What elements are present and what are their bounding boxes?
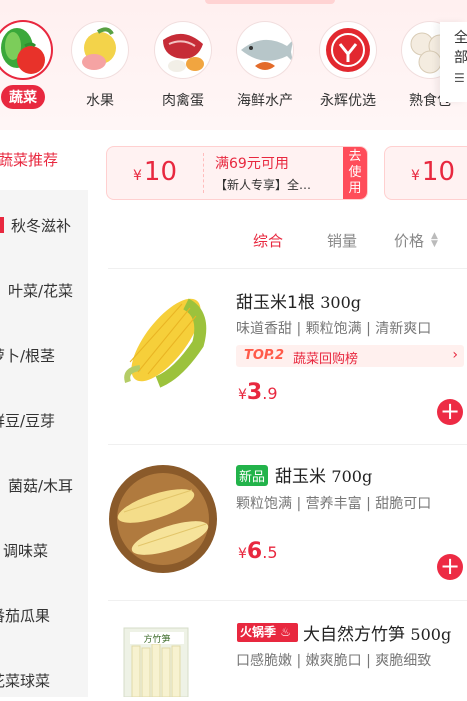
product-title[interactable]: 甜玉米 700g xyxy=(275,462,372,487)
all-label-1: 全 xyxy=(454,30,467,46)
package-label: 方竹笋 xyxy=(143,633,170,645)
new-tag: 新品 xyxy=(236,465,269,486)
product-title[interactable]: 甜玉米1根 300g xyxy=(236,288,361,313)
sidebar-item-cauliflower[interactable]: 花菜球菜 xyxy=(0,670,78,691)
vegetable-icon xyxy=(0,22,51,78)
rank-badge: TOP.2 xyxy=(244,348,285,363)
sidebar-item-tonic[interactable]: 秋冬滋补 xyxy=(11,215,99,236)
sidebar-item-mushroom[interactable]: 菌菇/木耳 xyxy=(8,475,96,496)
flame-icon: ♨ xyxy=(280,625,291,639)
sort-comprehensive[interactable]: 综合 xyxy=(253,230,283,251)
sort-sales[interactable]: 销量 xyxy=(327,230,357,251)
sidebar-item-seasoning[interactable]: 调味菜 xyxy=(3,540,91,561)
bamboo-shoot-pack-icon[interactable]: 方竹笋 xyxy=(108,620,218,698)
divider xyxy=(108,600,467,601)
hotpot-tag-label: 火锅季 xyxy=(240,625,277,639)
all-label-2: 部 xyxy=(454,50,467,66)
coupon-condition: 满69元可用 xyxy=(215,156,289,172)
coupon-use-button[interactable]: 去使用 xyxy=(343,147,367,199)
coupon-description: 【新人专享】全… xyxy=(215,178,312,192)
product-weight: 700g xyxy=(331,467,373,486)
coupon-card-2[interactable]: ¥10 xyxy=(384,146,467,200)
product-description: 颗粒饱满 | 营养丰富 | 甜脆可口 xyxy=(236,496,432,512)
divider xyxy=(108,444,467,445)
rank-text: 蔬菜回购榜 xyxy=(293,352,359,367)
coupon-card[interactable]: ¥10 满69元可用 【新人专享】全… 去使用 xyxy=(106,146,368,200)
meat-egg-icon xyxy=(155,22,211,78)
category-vegetable[interactable]: 蔬菜 xyxy=(0,22,63,109)
hotpot-season-tag: 火锅季 ♨ xyxy=(237,623,298,642)
yonghui-logo-icon xyxy=(320,22,376,78)
category-yonghui-select[interactable]: 永辉优选 xyxy=(308,22,388,110)
category-fruit[interactable]: 水果 xyxy=(60,22,140,110)
coupon-divider xyxy=(203,153,204,193)
all-categories-button[interactable]: 全 部 ☰ xyxy=(440,22,467,102)
add-to-cart-button[interactable]: + xyxy=(437,554,463,580)
category-label: 水果 xyxy=(86,93,114,109)
category-label: 蔬菜 xyxy=(1,85,45,109)
sort-price[interactable]: 价格 xyxy=(394,230,424,251)
category-meat-egg[interactable]: 肉禽蛋 xyxy=(143,22,223,110)
plus-icon: + xyxy=(439,397,461,425)
category-bar: 蔬菜 水果 肉禽蛋 海鲜水产 永辉优选 熟食包 全 部 ☰ xyxy=(0,0,467,130)
category-label: 永辉优选 xyxy=(320,93,376,109)
category-label: 海鲜水产 xyxy=(237,93,293,109)
product-name: 甜玉米1根 xyxy=(236,293,315,313)
sidebar-item-tomato[interactable]: 番茄瓜果 xyxy=(0,605,78,626)
sidebar-item-recommend[interactable]: 蔬菜推荐 xyxy=(0,149,86,170)
sidebar-item-leafy[interactable]: 叶菜/花菜 xyxy=(8,280,96,301)
product-description: 口感脆嫩 | 嫩爽脆口 | 爽脆细致 xyxy=(236,653,432,669)
product-weight: 300g xyxy=(320,293,362,312)
product-price: ¥3.9 xyxy=(238,380,278,405)
product-name: 甜玉米 xyxy=(275,467,326,487)
seafood-icon xyxy=(237,22,293,78)
fruit-icon xyxy=(72,22,128,78)
corn-icon[interactable] xyxy=(108,290,218,400)
coupon-amount: ¥10 xyxy=(133,157,178,187)
sidebar-item-beans[interactable]: 鲜豆/豆芽 xyxy=(0,410,78,431)
product-price: ¥6.5 xyxy=(238,539,278,564)
product-title[interactable]: 大自然方竹笋 500g xyxy=(303,620,451,645)
plus-icon: + xyxy=(439,552,461,580)
sidebar-item-root[interactable]: 萝卜/根茎 xyxy=(0,345,78,366)
category-label: 肉禽蛋 xyxy=(162,93,204,109)
product-name: 大自然方竹笋 xyxy=(303,625,405,645)
list-icon: ☰ xyxy=(454,71,465,85)
top-indicator xyxy=(205,0,335,4)
product-description: 味道香甜 | 颗粒饱满 | 清新爽口 xyxy=(236,321,432,337)
divider xyxy=(108,268,467,269)
sidebar-selected-indicator xyxy=(0,217,4,233)
product-weight: 500g xyxy=(410,625,452,644)
add-to-cart-button[interactable]: + xyxy=(437,399,463,425)
chevron-right-icon: › xyxy=(452,347,458,363)
rank-banner[interactable]: TOP.2 蔬菜回购榜 › xyxy=(236,345,464,367)
coupon-use-label: 去使用 xyxy=(348,149,362,196)
category-seafood[interactable]: 海鲜水产 xyxy=(225,22,305,110)
coupon-amount: ¥10 xyxy=(411,157,456,187)
corn-basket-icon[interactable] xyxy=(108,464,218,574)
sort-arrows-icon: ▲ ▼ xyxy=(431,231,438,249)
